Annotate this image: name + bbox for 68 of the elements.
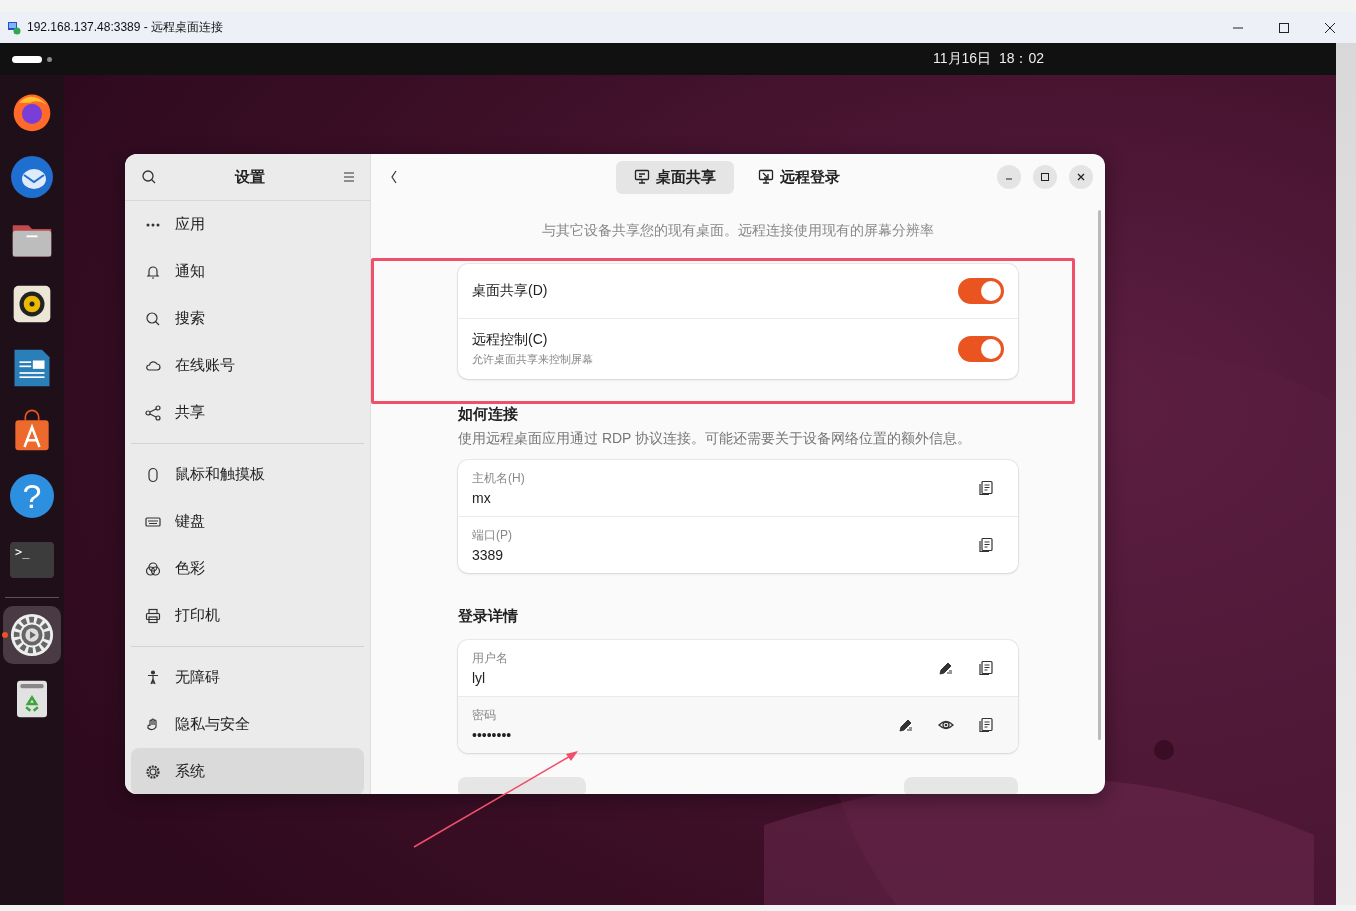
tab[interactable]: 远程登录 — [740, 160, 858, 194]
field-value: lyl — [472, 670, 487, 686]
close-icon[interactable] — [1324, 21, 1336, 34]
window-title: 192.168.137.48:3389 - 远程桌面连接 — [27, 19, 224, 36]
sidebar-item[interactable]: 应用 — [131, 201, 364, 248]
sidebar-item[interactable]: 在线账号 — [131, 342, 364, 389]
maximize-icon — [1040, 172, 1050, 182]
copy-icon[interactable] — [978, 480, 994, 496]
toggle-subtitle: 允许桌面共享来控制屏幕 — [472, 352, 594, 367]
toggle-switch[interactable] — [958, 278, 1004, 304]
field-label: 端口(P) — [472, 527, 513, 544]
person-icon — [145, 669, 161, 686]
dots-icon — [145, 222, 161, 227]
close-button[interactable] — [1069, 165, 1093, 189]
copy-icon[interactable] — [978, 537, 994, 553]
mouse-icon — [145, 466, 161, 483]
toggle-label: 远程控制(C) — [472, 331, 549, 349]
help-icon: ? — [10, 474, 54, 518]
gear-icon — [145, 763, 161, 780]
field-label: 用户名 — [472, 650, 509, 667]
sidebar-item[interactable]: 键盘 — [131, 498, 364, 545]
monitor-icon — [634, 169, 650, 185]
sidebar-item[interactable]: 打印机 — [131, 592, 364, 639]
pen-icon[interactable] — [938, 660, 954, 676]
menu-icon[interactable] — [342, 170, 356, 184]
section-heading: 登录详情 — [458, 607, 519, 626]
field-label: 主机名(H) — [472, 470, 526, 487]
sidebar-item[interactable]: 色彩 — [131, 545, 364, 592]
workspace-indicator[interactable] — [12, 55, 52, 63]
color-icon — [145, 560, 161, 577]
section-description: 使用远程桌面应用通过 RDP 协议连接。可能还需要关于设备网络位置的额外信息。 — [458, 430, 973, 448]
sidebar-item[interactable]: 系统 — [131, 748, 364, 794]
sidebar-item[interactable]: 无障碍 — [131, 654, 364, 701]
search-icon[interactable] — [141, 169, 157, 185]
sidebar-title: 设置 — [234, 167, 265, 187]
sidebar-item[interactable]: 隐私与安全 — [131, 701, 364, 748]
copy-icon[interactable] — [978, 717, 994, 733]
pen-icon[interactable] — [898, 717, 914, 733]
sidebar-item[interactable]: 共享 — [131, 389, 364, 436]
search-icon — [145, 310, 161, 327]
scrollbar[interactable] — [1098, 210, 1101, 740]
field-value: mx — [472, 490, 492, 506]
back-icon[interactable] — [389, 169, 399, 185]
close-icon — [1076, 172, 1086, 182]
dock-item[interactable] — [3, 606, 61, 664]
description: 与其它设备共享您的现有桌面。远程连接使用现有的屏幕分辨率 — [541, 222, 935, 240]
maximize-button[interactable] — [1033, 165, 1057, 189]
maximize-icon[interactable] — [1278, 21, 1290, 34]
gear-icon — [9, 612, 55, 658]
field-value: 3389 — [472, 547, 505, 563]
section-heading: 如何连接 — [458, 405, 519, 424]
terminal-icon: >_ — [10, 542, 54, 578]
share-icon — [145, 404, 161, 421]
field-label: 密码 — [472, 707, 497, 724]
remote-desktop-icon — [758, 169, 774, 185]
dock-item[interactable]: >_ — [3, 531, 61, 589]
bell-icon — [145, 263, 161, 280]
toggle-switch[interactable] — [958, 336, 1004, 362]
sidebar-item[interactable]: 通知 — [131, 248, 364, 295]
printer-icon — [145, 607, 161, 624]
tab[interactable]: 桌面共享 — [616, 160, 734, 194]
toggle-label: 桌面共享(D) — [472, 282, 549, 300]
monitor-icon — [7, 20, 21, 35]
copy-icon[interactable] — [978, 660, 994, 676]
field-value: •••••••• — [472, 727, 513, 743]
sidebar-item[interactable]: 鼠标和触摸板 — [131, 451, 364, 498]
clock[interactable]: 11月16日 18：02 — [933, 50, 1045, 68]
sidebar-item[interactable]: 搜索 — [131, 295, 364, 342]
